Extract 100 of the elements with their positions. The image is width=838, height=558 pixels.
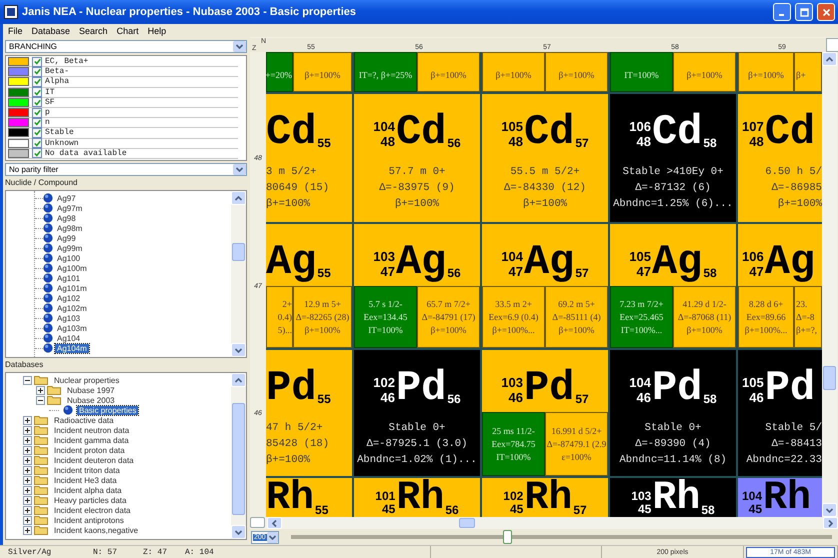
plus-box-icon[interactable] <box>23 466 32 474</box>
nuclide-cell[interactable]: Cd 55 3 m 5/2+ 80649 (15) β+=100% <box>266 94 352 222</box>
nuclide-item[interactable]: Ag97m <box>55 204 84 212</box>
dropdown-arrow-icon[interactable] <box>233 164 246 175</box>
checkbox[interactable] <box>32 97 42 108</box>
plus-box-icon[interactable] <box>23 476 32 484</box>
menu-item[interactable]: Database <box>32 26 70 36</box>
nuclide-item[interactable]: Ag98m <box>55 224 84 232</box>
menu-item[interactable]: Help <box>148 26 166 36</box>
nuclide-item[interactable]: Ag103 <box>55 314 82 322</box>
nuclide-cell[interactable]: +=20% β+=100% <box>266 52 352 92</box>
close-icon[interactable] <box>822 8 830 16</box>
scroll-down-button[interactable] <box>231 343 246 357</box>
slider-thumb[interactable] <box>503 530 512 544</box>
scroll-up-button[interactable] <box>822 52 837 66</box>
menu-item[interactable]: File <box>8 26 23 36</box>
nuclide-cell[interactable]: IT=100% β+=100% <box>610 52 736 92</box>
checkbox[interactable] <box>32 138 42 148</box>
checkbox[interactable] <box>32 87 42 98</box>
scroll-left-button[interactable] <box>267 517 282 529</box>
plus-box-icon[interactable] <box>23 526 32 534</box>
nuclide-item[interactable]: Ag104m <box>55 344 89 352</box>
dropdown-arrow-icon[interactable] <box>266 532 278 542</box>
menu-item[interactable]: Search <box>79 26 108 36</box>
scroll-right-button[interactable] <box>823 517 838 529</box>
tree-item[interactable]: Nubase 2003 <box>65 396 117 404</box>
caret-down-icon[interactable] <box>825 506 834 514</box>
parity-filter-dropdown[interactable]: No parity filter <box>5 163 247 176</box>
scroll-up-button[interactable] <box>231 191 246 205</box>
caret-up-icon[interactable] <box>234 376 243 384</box>
color-mode-dropdown[interactable]: BRANCHING <box>5 40 247 53</box>
caret-down-icon[interactable] <box>234 346 243 354</box>
maximize-icon[interactable] <box>800 8 808 16</box>
plus-box-icon[interactable] <box>23 416 32 424</box>
plus-box-icon[interactable] <box>36 386 45 394</box>
tree-item[interactable]: Incident electron data <box>52 506 132 514</box>
scroll-up-button[interactable] <box>231 373 246 387</box>
plus-box-icon[interactable] <box>23 506 32 514</box>
nuclide-item[interactable]: Ag104 <box>55 334 82 342</box>
checkbox[interactable] <box>32 118 42 128</box>
plus-box-icon[interactable] <box>23 446 32 454</box>
nuclide-item[interactable]: Ag100 <box>55 254 82 262</box>
tree-item[interactable]: Nuclear properties <box>52 376 122 384</box>
nuclide-cell[interactable]: β+=100% β+ <box>738 52 822 92</box>
tree-item[interactable]: Radioactive data <box>52 416 116 424</box>
tree-item[interactable]: Incident triton data <box>52 466 122 474</box>
caret-down-icon[interactable] <box>234 528 243 536</box>
nuclide-cell[interactable]: β+=100% β+=100% <box>482 52 608 92</box>
checkbox[interactable] <box>32 128 42 138</box>
tree-item[interactable]: Incident alpha data <box>52 486 124 494</box>
scroll-down-button[interactable] <box>231 525 246 539</box>
horizontal-scrollbar[interactable] <box>250 517 838 529</box>
tree-item[interactable]: Incident He3 data <box>52 476 119 484</box>
checkbox[interactable] <box>32 76 42 87</box>
nuclide-item[interactable]: Ag103m <box>55 324 89 332</box>
nuclide-item[interactable]: Ag101m <box>55 284 89 292</box>
vertical-scrollbar[interactable] <box>231 191 246 357</box>
tree-item[interactable]: Basic properties <box>77 406 138 414</box>
nuclide-item[interactable]: Ag101 <box>55 274 82 282</box>
tree-item[interactable]: Incident deuteron data <box>52 456 136 464</box>
checkbox[interactable] <box>32 66 42 77</box>
vertical-scrollbar[interactable] <box>231 373 246 539</box>
caret-up-icon[interactable] <box>234 194 243 202</box>
tree-item[interactable]: Incident antiprotons <box>52 516 126 524</box>
close-button[interactable] <box>817 3 835 21</box>
tree-item[interactable]: Incident gamma data <box>52 436 131 444</box>
nuclide-cell[interactable]: Rh 55 <box>266 478 352 517</box>
plus-box-icon[interactable] <box>23 436 32 444</box>
vertical-scrollbar[interactable] <box>822 52 837 517</box>
nuclide-item[interactable]: Ag102m <box>55 304 89 312</box>
plus-box-icon[interactable] <box>23 496 32 504</box>
nuclide-item[interactable]: Ag100m <box>55 264 89 272</box>
scroll-thumb[interactable] <box>232 243 245 261</box>
caret-up-icon[interactable] <box>825 54 834 64</box>
menu-item[interactable]: Chart <box>116 26 139 36</box>
checkbox[interactable] <box>32 56 42 67</box>
checkbox[interactable] <box>32 108 42 118</box>
tree-item[interactable]: Incident proton data <box>52 446 127 454</box>
scroll-thumb[interactable] <box>232 403 245 515</box>
scroll-thumb[interactable] <box>459 518 475 528</box>
scroll-down-button[interactable] <box>822 503 837 517</box>
plus-box-icon[interactable] <box>23 516 32 524</box>
minimize-button[interactable] <box>773 3 791 21</box>
nuclide-item[interactable]: Ag99m <box>55 244 84 252</box>
tree-item[interactable]: Nubase 1997 <box>65 386 117 394</box>
checkbox[interactable] <box>32 148 42 158</box>
plus-box-icon[interactable] <box>23 486 32 494</box>
caret-right-icon[interactable] <box>826 518 835 528</box>
minus-box-icon[interactable] <box>36 396 45 404</box>
plus-box-icon[interactable] <box>23 426 32 434</box>
tree-item[interactable]: Incident kaons,negative <box>52 526 140 534</box>
minus-box-icon[interactable] <box>23 376 32 384</box>
plus-box-icon[interactable] <box>23 456 32 464</box>
nuclide-item[interactable]: Ag102 <box>55 294 82 302</box>
tree-item[interactable]: Heavy particles data <box>52 496 128 504</box>
nuclide-cell[interactable]: Pd 55 47 h 5/2+ 85428 (18) β+=100% <box>266 350 352 476</box>
nuclide-item[interactable]: Ag99 <box>55 234 78 242</box>
caret-left-icon[interactable] <box>270 518 279 528</box>
nuclide-cell[interactable]: Ag 55 2+ 0.4) 5)... 12.9 m 5+ Δ=-82265 (28) β+=100% <box>266 224 352 348</box>
scroll-thumb[interactable] <box>823 366 836 390</box>
